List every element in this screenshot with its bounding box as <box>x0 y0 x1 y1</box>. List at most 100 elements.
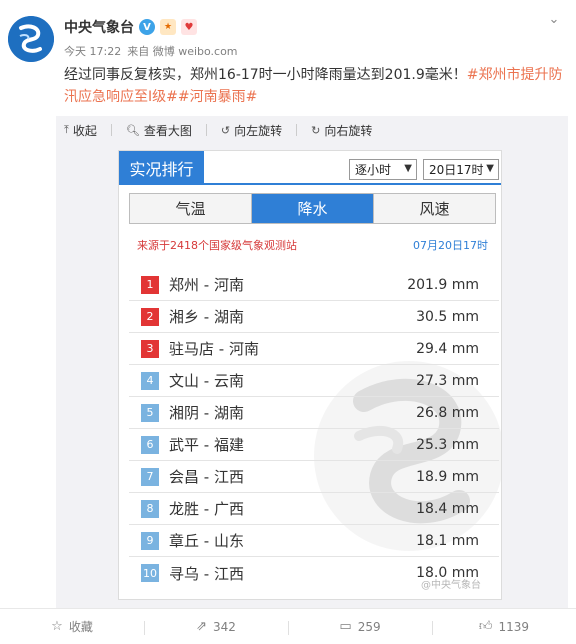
divider <box>205 124 207 136</box>
post-body: 经过同事反复核实，郑州16-17时一小时降雨量达到201.9毫米！ <box>64 67 467 83</box>
station-name: 武平 - 福建 <box>169 436 244 454</box>
avatar[interactable] <box>8 16 54 62</box>
rotate-right-button[interactable]: ↻ 向右旋转 <box>311 122 372 139</box>
rank-badge: 9 <box>141 531 159 550</box>
rank-badge: 4 <box>141 371 159 390</box>
star-icon: ☆ <box>51 619 63 634</box>
rainfall-value: 29.4 mm <box>416 340 479 357</box>
rank-badge: 7 <box>141 467 159 486</box>
rank-badge: 3 <box>141 339 159 358</box>
tab-precipitation[interactable]: 降水 <box>251 194 373 223</box>
list-item: 4 文山 - 云南 27.3 mm <box>129 365 499 397</box>
rank-badge: 8 <box>141 499 159 518</box>
rotate-left-label: 向左旋转 <box>234 123 283 138</box>
thumbs-up-icon: 👍︎ <box>478 619 493 634</box>
arrow-up-icon: ⤒ <box>64 123 69 136</box>
station-name: 驻马店 - 河南 <box>169 340 259 358</box>
rank-badge: 1 <box>141 275 159 294</box>
collapse-button[interactable]: ⤒ 收起 <box>64 122 97 139</box>
metric-tabs: 气温 降水 风速 <box>129 193 496 224</box>
list-item: 1 郑州 - 河南 201.9 mm <box>129 269 499 301</box>
account-name[interactable]: 中央气象台 <box>64 17 134 37</box>
collapse-label: 收起 <box>72 123 97 138</box>
station-name: 湘乡 - 湖南 <box>169 308 244 326</box>
list-item: 3 驻马店 - 河南 29.4 mm <box>129 333 499 365</box>
like-count: 1139 <box>498 619 530 634</box>
post-source: 来自 微博 weibo.com <box>127 45 238 58</box>
magnifier-icon: 🔍︎ <box>125 123 140 137</box>
station-name: 郑州 - 河南 <box>169 276 244 294</box>
list-item: 7 会昌 - 江西 18.9 mm <box>129 461 499 493</box>
cma-logo-icon <box>8 16 54 62</box>
repost-button[interactable]: ⇗ 342 <box>144 619 288 635</box>
post-menu-chevron-icon[interactable]: ⌄ <box>544 12 564 30</box>
post-text: 经过同事反复核实，郑州16-17时一小时降雨量达到201.9毫米！#郑州市提升防… <box>64 64 564 108</box>
ranking-timestamp: 07月20日17时 <box>413 239 488 252</box>
tab-temperature[interactable]: 气温 <box>130 194 251 223</box>
image-watermark-text: @中央气象台 <box>421 580 481 591</box>
time-select-value: 20日17时 <box>429 163 484 177</box>
rotate-right-icon: ↻ <box>311 123 321 137</box>
divider <box>296 124 298 136</box>
rainfall-value: 18.9 mm <box>416 468 479 485</box>
account-name-row: 中央气象台 V ★ ♥ <box>64 16 197 38</box>
verified-icon: V <box>139 19 155 35</box>
ranking-image[interactable]: 实况排行 逐小时 ▼ 20日17时 ▼ 气温 降水 风速 来源于2418个国家级… <box>118 150 502 600</box>
interval-select-value: 逐小时 <box>355 163 392 177</box>
rainfall-value: 25.3 mm <box>416 436 479 453</box>
post-meta: 今天 17:22 来自 微博 weibo.com <box>64 43 238 59</box>
rank-badge: 10 <box>141 564 159 582</box>
favorite-label: 收藏 <box>68 620 93 634</box>
station-name: 文山 - 云南 <box>169 372 244 390</box>
rotate-left-button[interactable]: ↺ 向左旋转 <box>221 122 282 139</box>
title-underline <box>119 183 501 185</box>
station-name: 会昌 - 江西 <box>169 468 244 486</box>
member-badge-icon: ★ <box>160 19 176 35</box>
post-time[interactable]: 今天 17:22 <box>64 43 121 59</box>
ranking-list: 1 郑州 - 河南 201.9 mm 2 湘乡 - 湖南 30.5 mm 3 驻… <box>129 269 499 589</box>
divider <box>110 124 112 136</box>
rainfall-value: 27.3 mm <box>416 372 479 389</box>
media-panel: ⤒ 收起 🔍︎ 查看大图 ↺ 向左旋转 ↻ 向右旋转 实况排行 逐小时 ▼ 20… <box>56 116 568 608</box>
rank-badge: 5 <box>141 403 159 422</box>
weibo-post: 中央气象台 V ★ ♥ 今天 17:22 来自 微博 weibo.com ⌄ 经… <box>0 0 576 644</box>
list-item: 6 武平 - 福建 25.3 mm <box>129 429 499 461</box>
comment-count: 259 <box>357 619 381 634</box>
interval-select[interactable]: 逐小时 ▼ <box>349 159 417 180</box>
chevron-down-icon: ▼ <box>486 163 494 174</box>
rainfall-value: 18.4 mm <box>416 500 479 517</box>
rotate-left-icon: ↺ <box>220 123 231 137</box>
source-row: 来源于2418个国家级气象观测站 07月20日17时 <box>129 231 496 259</box>
list-item: 9 章丘 - 山东 18.1 mm <box>129 525 499 557</box>
view-large-button[interactable]: 🔍︎ 查看大图 <box>126 122 192 139</box>
list-item: 5 湘阴 - 湖南 26.8 mm <box>129 397 499 429</box>
hashtag-link[interactable]: #河南暴雨# <box>178 89 257 105</box>
rainfall-value: 30.5 mm <box>416 308 479 325</box>
rank-badge: 6 <box>141 435 159 454</box>
repost-icon: ⇗ <box>196 619 207 634</box>
station-name: 龙胜 - 广西 <box>169 500 244 518</box>
media-toolbar: ⤒ 收起 🔍︎ 查看大图 ↺ 向左旋转 ↻ 向右旋转 <box>56 116 568 144</box>
activity-badge-icon: ♥ <box>181 19 197 35</box>
comment-icon: ▭ <box>339 619 352 634</box>
station-name: 湘阴 - 湖南 <box>169 404 244 422</box>
view-large-label: 查看大图 <box>143 123 192 138</box>
time-select[interactable]: 20日17时 ▼ <box>423 159 499 180</box>
tab-wind-speed[interactable]: 风速 <box>373 194 495 223</box>
rainfall-value: 201.9 mm <box>407 276 479 293</box>
comment-button[interactable]: ▭ 259 <box>288 619 432 635</box>
rotate-right-label: 向右旋转 <box>324 123 373 138</box>
action-bar: ☆ 收藏 ⇗ 342 ▭ 259 👍︎ 1139 <box>0 608 576 644</box>
repost-count: 342 <box>213 619 236 634</box>
station-name: 寻乌 - 江西 <box>169 564 244 583</box>
chevron-down-icon: ▼ <box>404 163 412 174</box>
list-item: 2 湘乡 - 湖南 30.5 mm <box>129 301 499 333</box>
station-name: 章丘 - 山东 <box>169 532 244 550</box>
source-note: 来源于2418个国家级气象观测站 <box>137 239 297 252</box>
rank-badge: 2 <box>141 307 159 326</box>
list-item: 8 龙胜 - 广西 18.4 mm <box>129 493 499 525</box>
rainfall-value: 18.1 mm <box>416 532 479 549</box>
rainfall-value: 26.8 mm <box>416 404 479 421</box>
favorite-button[interactable]: ☆ 收藏 <box>0 618 144 635</box>
like-button[interactable]: 👍︎ 1139 <box>432 619 576 635</box>
